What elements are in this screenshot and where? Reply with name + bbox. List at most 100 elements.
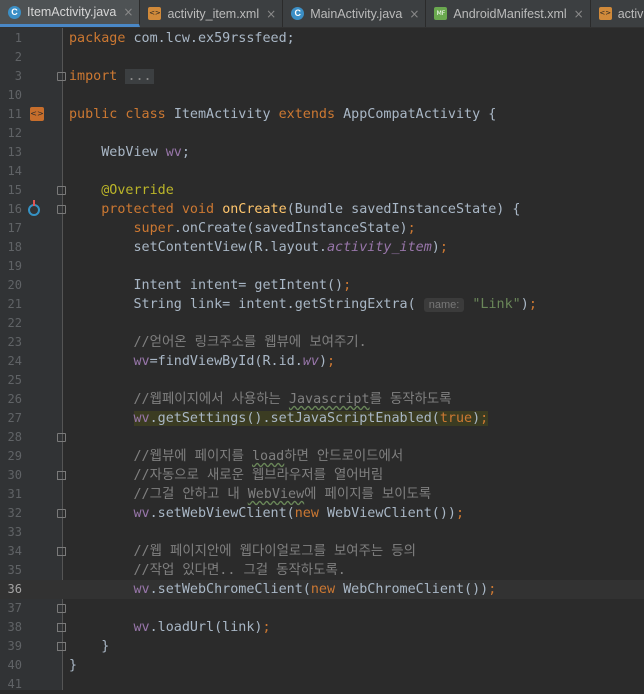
fold-toggle-icon[interactable] [57, 604, 66, 613]
line-number: 1 [14, 31, 22, 45]
line-number: 31 [7, 487, 22, 501]
line-number: 27 [7, 411, 22, 425]
code-line[interactable]: 34 //웹 페이지안에 웹다이얼로그를 보여주는 등의 [0, 542, 644, 561]
tab-label: activity_item.xml [167, 6, 260, 21]
code-token: "Link" [464, 297, 521, 312]
fold-toggle-icon[interactable] [57, 433, 66, 442]
line-number: 38 [7, 620, 22, 634]
code-text: String link= intent.getStringExtra( name… [69, 295, 537, 315]
fold-toggle-icon[interactable] [57, 72, 66, 81]
code-line[interactable]: 28 [0, 428, 644, 447]
fold-toggle-icon[interactable] [57, 509, 66, 518]
code-token: //자동으로 새로운 웹브라우저를 열어버림 [69, 468, 384, 483]
tab-0[interactable]: C ItemActivity.java × [0, 0, 141, 27]
override-method-icon[interactable] [28, 200, 40, 216]
line-number: 30 [7, 468, 22, 482]
code-line[interactable]: 12 [0, 124, 644, 143]
line-number: 23 [7, 335, 22, 349]
line-number: 2 [14, 50, 22, 64]
code-line[interactable]: 11 public class ItemActivity extends AppC… [0, 105, 644, 124]
tab-3[interactable]: MF AndroidManifest.xml × [426, 0, 591, 27]
code-text: //웹뷰에 페이지를 load하면 안드로이드에서 [69, 447, 403, 466]
code-line[interactable]: 22 [0, 314, 644, 333]
line-number: 35 [7, 563, 22, 577]
close-icon[interactable]: × [409, 7, 419, 21]
code-line[interactable]: 36 wv.setWebChromeClient(new WebChromeCl… [0, 580, 644, 599]
code-line[interactable]: 41 [0, 675, 644, 694]
code-line[interactable]: 15 @Override [0, 181, 644, 200]
line-number: 28 [7, 430, 22, 444]
line-number: 22 [7, 316, 22, 330]
code-token: ) [472, 411, 481, 426]
tab-1[interactable]: <> activity_item.xml × [140, 0, 284, 27]
code-line[interactable]: 35 //작업 있다면.. 그걸 동작하도록. [0, 561, 644, 580]
code-token: extends [278, 107, 344, 122]
code-text: wv.getSettings().setJavaScriptEnabled(tr… [69, 409, 489, 428]
code-line[interactable]: 2 [0, 48, 644, 67]
code-line[interactable]: 10 [0, 86, 644, 105]
code-token: WebViewClient()) [327, 506, 456, 521]
close-icon[interactable]: × [574, 7, 584, 21]
code-line[interactable]: 13 WebView wv; [0, 143, 644, 162]
code-editor[interactable]: 1 package com.lcw.ex59rssfeed; 2 3 import ..… [0, 28, 644, 691]
close-icon[interactable]: × [266, 7, 276, 21]
code-token: ) [318, 354, 327, 369]
code-line[interactable]: 16 protected void onCreate(Bundle savedI… [0, 200, 644, 219]
line-number: 26 [7, 392, 22, 406]
code-line[interactable]: 19 [0, 257, 644, 276]
code-line[interactable]: 24 wv=findViewById(R.id.wv); [0, 352, 644, 371]
code-line[interactable]: 20 Intent intent= getIntent(); [0, 276, 644, 295]
tab-label: AndroidManifest.xml [453, 6, 567, 21]
fold-toggle-icon[interactable] [57, 205, 66, 214]
code-text: public class ItemActivity extends AppCom… [69, 105, 496, 124]
code-text: super.onCreate(savedInstanceState); [69, 219, 416, 238]
code-token: activity_item [326, 240, 432, 255]
code-line[interactable]: 39 } [0, 637, 644, 656]
code-line[interactable]: 30 //자동으로 새로운 웹브라우저를 열어버림 [0, 466, 644, 485]
code-line[interactable]: 18 setContentView(R.layout.activity_item… [0, 238, 644, 257]
code-line[interactable]: 17 super.onCreate(savedInstanceState); [0, 219, 644, 238]
code-line[interactable]: 21 String link= intent.getStringExtra( n… [0, 295, 644, 314]
fold-toggle-icon[interactable] [57, 471, 66, 480]
code-line[interactable]: 1 package com.lcw.ex59rssfeed; [0, 29, 644, 48]
code-token: wv [133, 582, 150, 597]
code-line[interactable]: 25 [0, 371, 644, 390]
code-text: @Override [69, 181, 174, 200]
code-line[interactable]: 31 //그걸 안하고 내 WebView에 페이지를 보이도록 [0, 485, 644, 504]
code-line[interactable]: 40} [0, 656, 644, 675]
fold-toggle-icon[interactable] [57, 186, 66, 195]
code-line[interactable]: 38 wv.loadUrl(link); [0, 618, 644, 637]
line-number: 41 [7, 677, 22, 691]
code-token: ; [407, 221, 416, 236]
code-line[interactable]: 32 wv.setWebViewClient(new WebViewClient… [0, 504, 644, 523]
close-icon[interactable]: × [123, 5, 133, 19]
parameter-hint: name: [423, 298, 465, 312]
code-line[interactable]: 3 import ... [0, 67, 644, 86]
tab-4[interactable]: <> activity [591, 0, 644, 27]
fold-toggle-icon[interactable] [57, 623, 66, 632]
manifest-file-icon: MF [434, 7, 448, 20]
code-line[interactable]: 14 [0, 162, 644, 181]
code-line[interactable]: 29 //웹뷰에 페이지를 load하면 안드로이드에서 [0, 447, 644, 466]
line-number: 19 [7, 259, 22, 273]
xml-file-icon: <> [148, 7, 162, 20]
code-line[interactable]: 26 //웹페이지에서 사용하는 Javascript를 동작하도록 [0, 390, 644, 409]
folded-imports[interactable]: ... [125, 69, 154, 84]
line-number: 29 [7, 449, 22, 463]
tab-2[interactable]: C MainActivity.java × [283, 0, 427, 27]
related-layout-icon[interactable]: <> [30, 107, 44, 121]
code-line[interactable]: 27 wv.getSettings().setJavaScriptEnabled… [0, 409, 644, 428]
code-token: } [69, 658, 78, 673]
code-token: protected void [69, 202, 223, 217]
code-token: super [69, 221, 174, 236]
code-token: WebView [69, 145, 166, 160]
fold-toggle-icon[interactable] [57, 547, 66, 556]
code-line[interactable]: 37 [0, 599, 644, 618]
fold-toggle-icon[interactable] [57, 642, 66, 651]
code-line[interactable]: 33 [0, 523, 644, 542]
code-line[interactable]: 23 //얻어온 링크주소를 웹뷰에 보여주기. [0, 333, 644, 352]
code-token: com.lcw.ex59rssfeed; [133, 31, 295, 46]
